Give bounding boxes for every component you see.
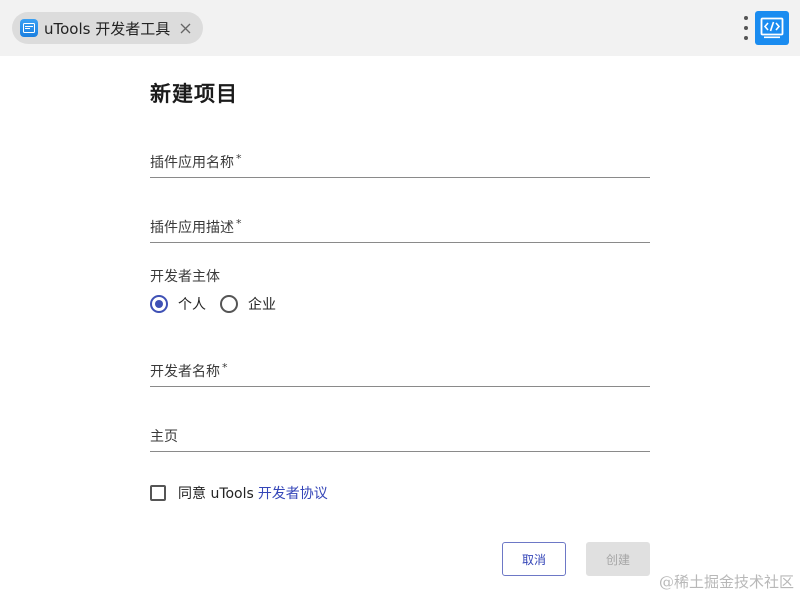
agreement-checkbox[interactable] — [150, 485, 166, 501]
radio-option-enterprise[interactable]: 企业 — [220, 294, 276, 314]
plugin-description-field[interactable]: 插件应用描述 * — [150, 213, 650, 243]
watermark: @稀土掘金技术社区 — [658, 573, 794, 591]
plugin-description-input[interactable] — [150, 213, 650, 242]
radio-unchecked-icon[interactable] — [220, 295, 238, 313]
plugin-name-input[interactable] — [150, 148, 650, 177]
developer-agreement-link[interactable]: 开发者协议 — [258, 483, 328, 503]
more-vertical-icon[interactable] — [740, 14, 752, 42]
cancel-button[interactable]: 取消 — [502, 542, 566, 576]
homepage-field[interactable]: 主页 — [150, 422, 650, 452]
app-window: uTools 开发者工具 新建项目 插件应用名称 * 插件应用描述 * 开发者主… — [0, 0, 800, 600]
radio-label-personal: 个人 — [178, 297, 206, 313]
radio-checked-icon[interactable] — [150, 295, 168, 313]
tab-title: uTools 开发者工具 — [44, 19, 171, 38]
developer-name-field[interactable]: 开发者名称 * — [150, 357, 650, 387]
close-icon[interactable] — [177, 20, 193, 36]
create-button[interactable]: 创建 — [586, 542, 650, 576]
agreement-text: 同意 uTools — [178, 486, 254, 502]
developer-type-radio-group: 个人 企业 — [150, 293, 290, 315]
radio-option-personal[interactable]: 个人 — [150, 294, 206, 314]
code-window-icon[interactable] — [755, 11, 789, 45]
agreement-row: 同意 uTools 开发者协议 — [150, 483, 328, 503]
homepage-input[interactable] — [150, 422, 650, 451]
page-title: 新建项目 — [150, 82, 238, 106]
top-bar: uTools 开发者工具 — [0, 0, 800, 56]
developer-type-label: 开发者主体 — [150, 269, 220, 285]
plugin-name-field[interactable]: 插件应用名称 * — [150, 148, 650, 178]
radio-label-enterprise: 企业 — [248, 297, 276, 313]
developer-name-input[interactable] — [150, 357, 650, 386]
tab-utools-dev-tools[interactable]: uTools 开发者工具 — [12, 12, 203, 44]
terminal-app-icon — [20, 19, 38, 37]
